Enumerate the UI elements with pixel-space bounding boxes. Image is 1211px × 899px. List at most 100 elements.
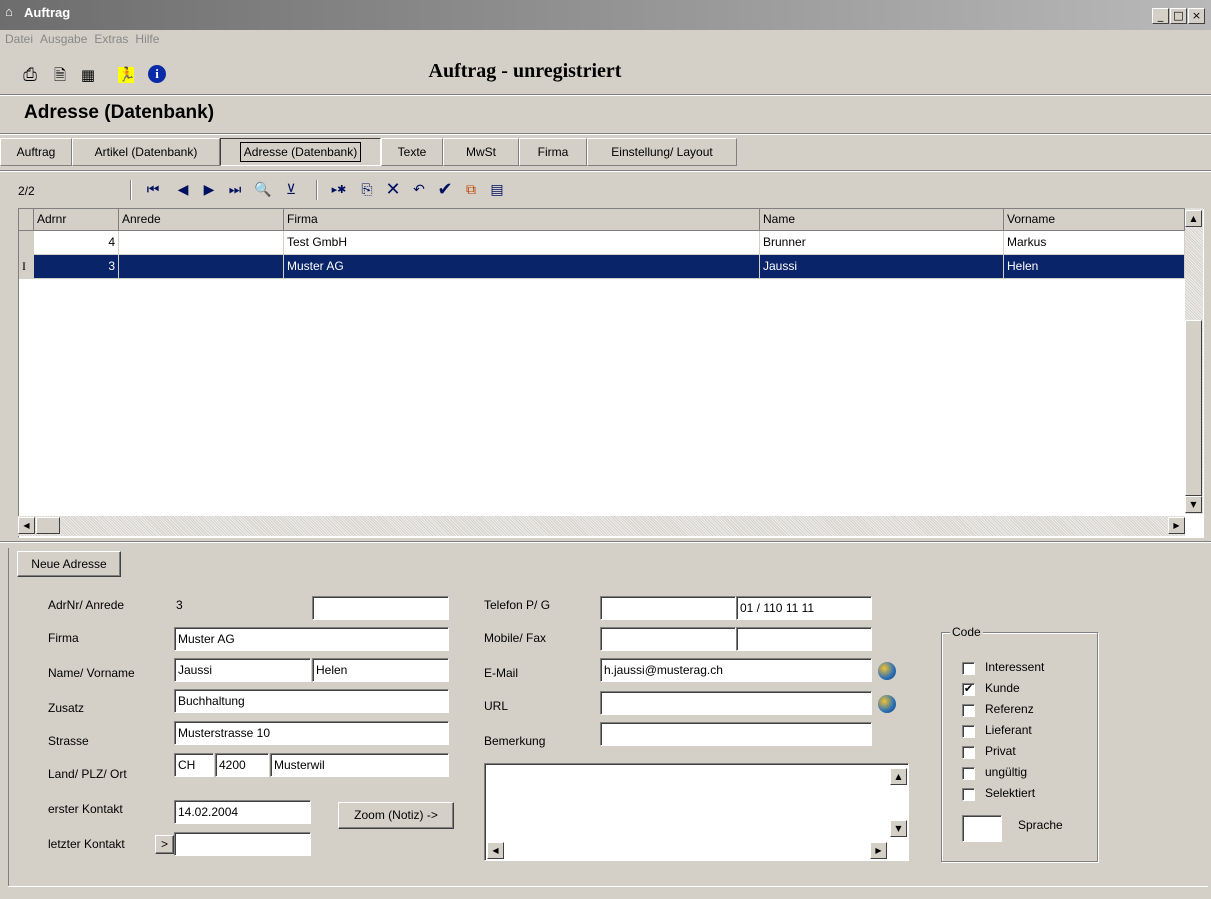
panel-border bbox=[8, 548, 9, 886]
letzter-kontakt-button[interactable]: > bbox=[155, 835, 174, 854]
tab-adresse[interactable]: Adresse (Datenbank) bbox=[220, 138, 381, 166]
menu-datei[interactable]: Datei bbox=[5, 32, 33, 46]
scroll-right-arrow-icon[interactable]: ▶ bbox=[1168, 517, 1185, 534]
telefon-p-field[interactable] bbox=[600, 596, 736, 620]
email-label: E-Mail bbox=[484, 666, 519, 680]
divider bbox=[0, 133, 1211, 135]
column-header-name[interactable]: Name bbox=[760, 209, 1004, 231]
memo-scroll-up-arrow-icon[interactable]: ▲ bbox=[890, 768, 907, 785]
zoom-notiz-button[interactable]: Zoom (Notiz) -> bbox=[338, 802, 454, 829]
cell-name[interactable]: Jaussi bbox=[760, 255, 1004, 279]
scroll-thumb[interactable] bbox=[36, 517, 60, 534]
fax-field[interactable] bbox=[736, 627, 872, 651]
letzter-kontakt-field[interactable] bbox=[174, 832, 311, 856]
cell-vorname[interactable]: Helen bbox=[1004, 255, 1185, 279]
cell-firma[interactable]: Muster AG bbox=[284, 255, 760, 279]
column-header-anrede[interactable]: Anrede bbox=[119, 209, 284, 231]
import-icon[interactable]: ⧉ bbox=[460, 180, 482, 200]
column-header-vorname[interactable]: Vorname bbox=[1004, 209, 1185, 231]
memo-scroll-right-arrow-icon[interactable]: ▶ bbox=[870, 842, 887, 859]
tab-adresse-label: Adresse (Datenbank) bbox=[239, 142, 362, 162]
code-group-title: Code bbox=[950, 625, 983, 639]
lieferant-checkbox[interactable] bbox=[962, 725, 975, 738]
undo-icon[interactable]: ↶ bbox=[408, 180, 430, 200]
land-field[interactable]: CH bbox=[174, 753, 214, 777]
grid-vertical-scrollbar[interactable]: ▲ ▼ bbox=[1185, 208, 1203, 514]
cell-anrede[interactable] bbox=[119, 231, 284, 255]
row-indicator bbox=[19, 231, 34, 255]
first-record-icon[interactable]: ⏮ bbox=[142, 180, 164, 200]
notiz-memo[interactable]: ▲ ▼ ◀ ▶ bbox=[484, 763, 909, 861]
next-record-icon[interactable]: ▶ bbox=[198, 180, 220, 200]
letzter-kontakt-label: letzter Kontakt bbox=[48, 837, 125, 851]
save-icon[interactable]: ▤ bbox=[486, 180, 508, 200]
cell-firma[interactable]: Test GmbH bbox=[284, 231, 760, 255]
url-field[interactable] bbox=[600, 691, 872, 715]
mobile-field[interactable] bbox=[600, 627, 736, 651]
page-header: Adresse (Datenbank) bbox=[24, 102, 215, 123]
scroll-left-arrow-icon[interactable]: ◀ bbox=[18, 517, 35, 534]
globe-url-icon[interactable] bbox=[878, 695, 896, 713]
vorname-field[interactable]: Helen bbox=[312, 658, 449, 682]
column-header-firma[interactable]: Firma bbox=[284, 209, 760, 231]
scroll-thumb[interactable] bbox=[1185, 320, 1202, 496]
cell-name[interactable]: Brunner bbox=[760, 231, 1004, 255]
ort-field[interactable]: Musterwil bbox=[270, 753, 449, 777]
anrede-field[interactable] bbox=[312, 596, 449, 620]
close-button[interactable]: × bbox=[1188, 8, 1205, 24]
interessent-checkbox[interactable] bbox=[962, 662, 975, 675]
minimize-button[interactable]: _ bbox=[1152, 8, 1169, 24]
post-checkmark-icon[interactable]: ✔ bbox=[434, 180, 456, 200]
menu-ausgabe[interactable]: Ausgabe bbox=[40, 32, 87, 46]
bemerkung-label: Bemerkung bbox=[484, 734, 546, 748]
scroll-down-arrow-icon[interactable]: ▼ bbox=[1185, 496, 1202, 513]
maximize-button[interactable]: □ bbox=[1170, 8, 1187, 24]
column-header-adrnr[interactable]: Adrnr bbox=[34, 209, 119, 231]
globe-email-icon[interactable] bbox=[878, 662, 896, 680]
prior-record-icon[interactable]: ◀ bbox=[172, 180, 194, 200]
erster-kontakt-field[interactable]: 14.02.2004 bbox=[174, 800, 311, 824]
last-record-icon[interactable]: ⏭ bbox=[224, 180, 246, 200]
cell-adrnr[interactable]: 3 bbox=[34, 255, 119, 279]
delete-record-icon[interactable]: ✕ bbox=[382, 180, 404, 200]
menu-extras[interactable]: Extras bbox=[94, 32, 128, 46]
scroll-up-arrow-icon[interactable]: ▲ bbox=[1185, 210, 1202, 227]
strasse-field[interactable]: Musterstrasse 10 bbox=[174, 721, 449, 745]
bemerkung-field[interactable] bbox=[600, 722, 872, 746]
tab-texte[interactable]: Texte bbox=[381, 138, 443, 166]
memo-scroll-left-arrow-icon[interactable]: ◀ bbox=[487, 842, 504, 859]
tab-mwst[interactable]: MwSt bbox=[443, 138, 519, 166]
new-address-button[interactable]: Neue Adresse bbox=[17, 551, 121, 577]
zusatz-field[interactable]: Buchhaltung bbox=[174, 689, 449, 713]
ungueltig-checkbox[interactable] bbox=[962, 767, 975, 780]
search-icon[interactable]: 🔍 bbox=[252, 180, 274, 200]
cell-anrede[interactable] bbox=[119, 255, 284, 279]
selektiert-label: Selektiert bbox=[985, 786, 1036, 800]
tab-artikel[interactable]: Artikel (Datenbank) bbox=[72, 138, 220, 166]
sprache-field[interactable] bbox=[962, 815, 1002, 842]
tab-firma[interactable]: Firma bbox=[519, 138, 587, 166]
grid-horizontal-scrollbar[interactable]: ◀ ▶ bbox=[18, 516, 1185, 536]
telefon-g-field[interactable]: 01 / 110 11 11 bbox=[736, 596, 872, 620]
email-field[interactable]: h.jaussi@musterag.ch bbox=[600, 658, 872, 682]
land-label: Land/ PLZ/ Ort bbox=[48, 767, 127, 781]
copy-record-icon[interactable]: ⎘ bbox=[356, 180, 378, 200]
plz-field[interactable]: 4200 bbox=[215, 753, 269, 777]
privat-checkbox[interactable] bbox=[962, 746, 975, 759]
kunde-checkbox[interactable]: ✔ bbox=[962, 683, 975, 696]
divider bbox=[0, 170, 1211, 172]
selektiert-checkbox[interactable] bbox=[962, 788, 975, 801]
address-grid[interactable]: Adrnr Anrede Firma Name Vorname 4 Test G… bbox=[18, 208, 1204, 538]
menu-hilfe[interactable]: Hilfe bbox=[135, 32, 159, 46]
tab-einstellung[interactable]: Einstellung/ Layout bbox=[587, 138, 737, 166]
cell-adrnr[interactable]: 4 bbox=[34, 231, 119, 255]
tab-auftrag[interactable]: Auftrag bbox=[0, 138, 72, 166]
name-field[interactable]: Jaussi bbox=[174, 658, 311, 682]
cell-vorname[interactable]: Markus bbox=[1004, 231, 1185, 255]
lieferant-label: Lieferant bbox=[985, 723, 1032, 737]
memo-scroll-down-arrow-icon[interactable]: ▼ bbox=[890, 820, 907, 837]
firma-field[interactable]: Muster AG bbox=[174, 627, 449, 651]
insert-record-icon[interactable]: ▸✱ bbox=[328, 180, 350, 200]
filter-icon[interactable]: ⊻ bbox=[280, 180, 302, 200]
referenz-checkbox[interactable] bbox=[962, 704, 975, 717]
